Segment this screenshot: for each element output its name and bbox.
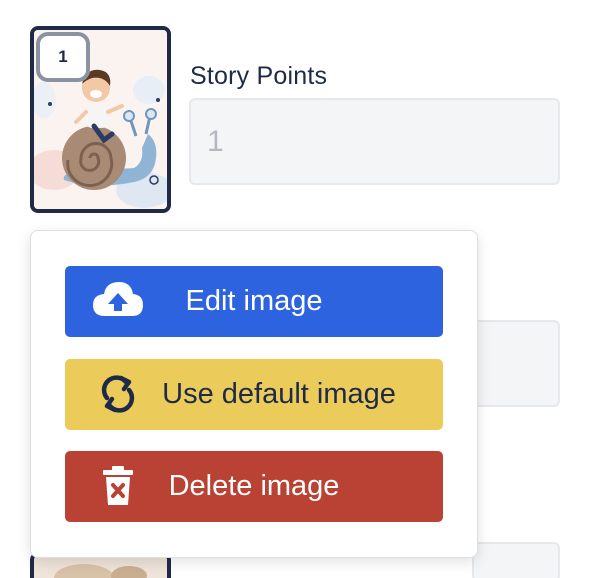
use-default-image-button[interactable]: Use default image <box>65 359 443 430</box>
use-default-image-label: Use default image <box>162 378 396 410</box>
delete-image-label: Delete image <box>168 470 340 502</box>
hidden-field[interactable] <box>472 542 560 578</box>
edit-image-label: Edit image <box>185 285 323 317</box>
delete-image-button[interactable]: Delete image <box>65 451 443 522</box>
edit-image-button[interactable]: Edit image <box>65 266 443 337</box>
card-number-badge: 1 <box>36 32 90 82</box>
hidden-field[interactable] <box>472 320 560 407</box>
image-options-menu: Edit image Use default image Delete imag… <box>30 230 478 558</box>
story-points-input[interactable] <box>189 98 560 185</box>
card-illustration-2 <box>34 556 167 578</box>
story-points-label: Story Points <box>190 62 328 90</box>
card-editor: 1 Story Points Edit image <box>0 0 592 578</box>
card-thumbnail[interactable]: 1 <box>30 26 171 213</box>
